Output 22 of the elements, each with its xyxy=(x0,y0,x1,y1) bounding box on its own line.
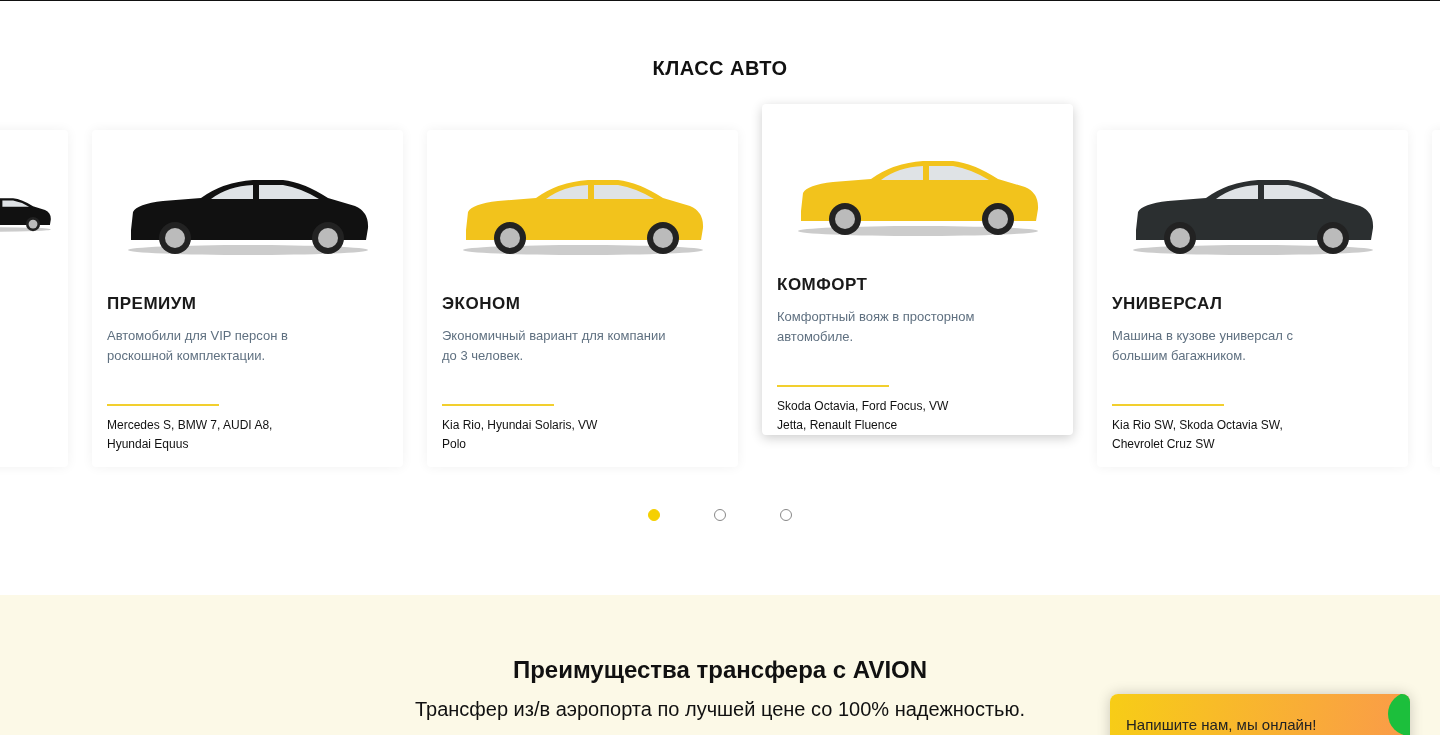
card-title: ЭКОНОМ xyxy=(442,294,522,314)
car-card[interactable]: КОМФОРТ Комфортный вояж в просторном автомобиле. Skoda Octavia, Ford Focus, VW Jetta, Renault Fluence xyxy=(762,104,1073,435)
card-description: Автомобили для VIP персон в роскошной комплектации. xyxy=(107,327,289,365)
card-description: Комфортный вояж в просторном автомобиле. xyxy=(777,308,976,347)
card-title: КОМФОРТ xyxy=(777,275,869,296)
card-title: ПРЕМИУМ xyxy=(107,294,198,314)
car-models: Mercedes S, BMW 7, AUDI A8, Hyundai Equus xyxy=(107,417,274,453)
advantages-title: Преимущества трансфера с AVION xyxy=(512,656,928,684)
slider-dot[interactable] xyxy=(714,509,726,521)
card-description: Экономичный вариант для компании до 3 человек. xyxy=(442,327,667,365)
slider-dot[interactable] xyxy=(780,509,792,521)
section-title: КЛАСС АВТО xyxy=(652,57,788,79)
card-title: УНИВЕРСАЛ xyxy=(1112,294,1224,314)
car-models: Skoda Octavia, Ford Focus, VW Jetta, Renault Fluence xyxy=(777,398,950,434)
card-description: Машина в кузове универсал с большим багажником. xyxy=(1112,327,1294,365)
car-card[interactable]: УНИВЕРСАЛ Машина в кузове универсал с большим багажником. Kia Rio SW, Skoda Octavia SW, Chevrolet Cruz SW xyxy=(1097,130,1408,467)
advantages-subtitle: Трансфер из/в аэропорта по лучшей цене со 100% надежностью. xyxy=(414,698,1026,721)
car-card[interactable]: ЭКОНОМ Экономичный вариант для компании до 3 человек. Kia Rio, Hyundai Solaris, VW Polo xyxy=(427,130,738,467)
car-models: Kia Rio, Hyundai Solaris, VW Polo xyxy=(442,417,599,453)
car-models: Kia Rio SW, Skoda Octavia SW, Chevrolet Cruz SW xyxy=(1112,417,1284,453)
car-card[interactable]: ПРЕМИУМ Автомобили для VIP персон в роскошной комплектации. Mercedes S, BMW 7, AUDI A8, Hyundai Equus xyxy=(92,130,403,467)
chat-widget-button[interactable]: Напишите нам, мы онлайн! xyxy=(1110,694,1410,735)
